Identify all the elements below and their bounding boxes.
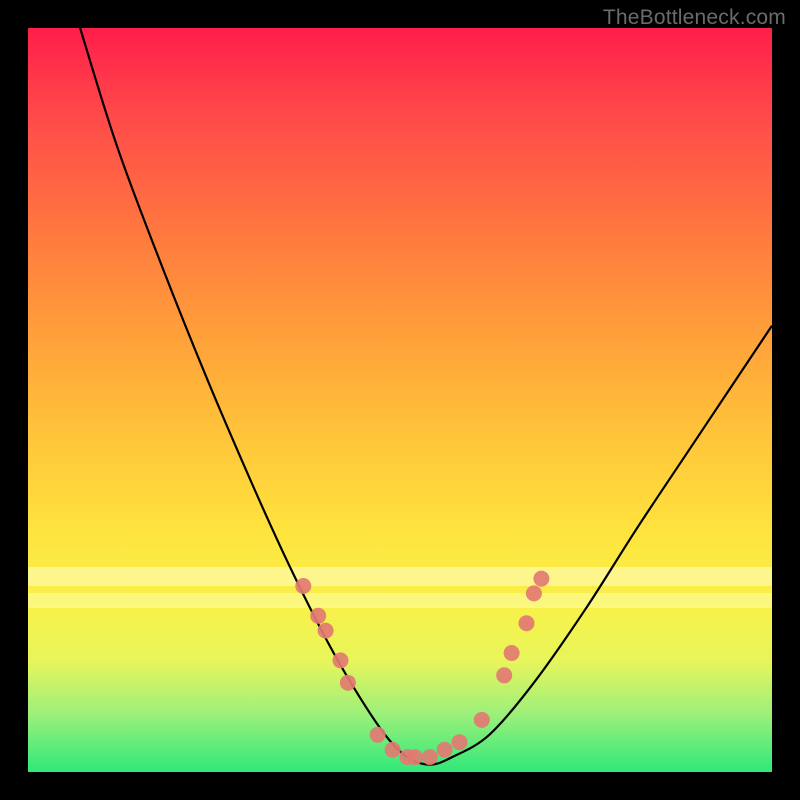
marker-dot	[504, 645, 520, 661]
chart-frame: TheBottleneck.com	[0, 0, 800, 800]
marker-dot	[333, 652, 349, 668]
bottleneck-curve	[80, 28, 772, 765]
marker-dot	[533, 571, 549, 587]
marker-dot	[370, 727, 386, 743]
marker-dot	[519, 615, 535, 631]
marker-dot	[340, 675, 356, 691]
marker-dot	[385, 742, 401, 758]
marker-dot	[318, 623, 334, 639]
plot-area	[28, 28, 772, 772]
marker-dot	[526, 585, 542, 601]
curve-layer	[28, 28, 772, 772]
marker-dot	[496, 667, 512, 683]
marker-dot	[422, 749, 438, 765]
marker-group	[295, 571, 549, 766]
marker-dot	[407, 749, 423, 765]
marker-dot	[437, 742, 453, 758]
marker-dot	[310, 608, 326, 624]
watermark-text: TheBottleneck.com	[603, 6, 786, 30]
marker-dot	[474, 712, 490, 728]
marker-dot	[452, 734, 468, 750]
marker-dot	[295, 578, 311, 594]
